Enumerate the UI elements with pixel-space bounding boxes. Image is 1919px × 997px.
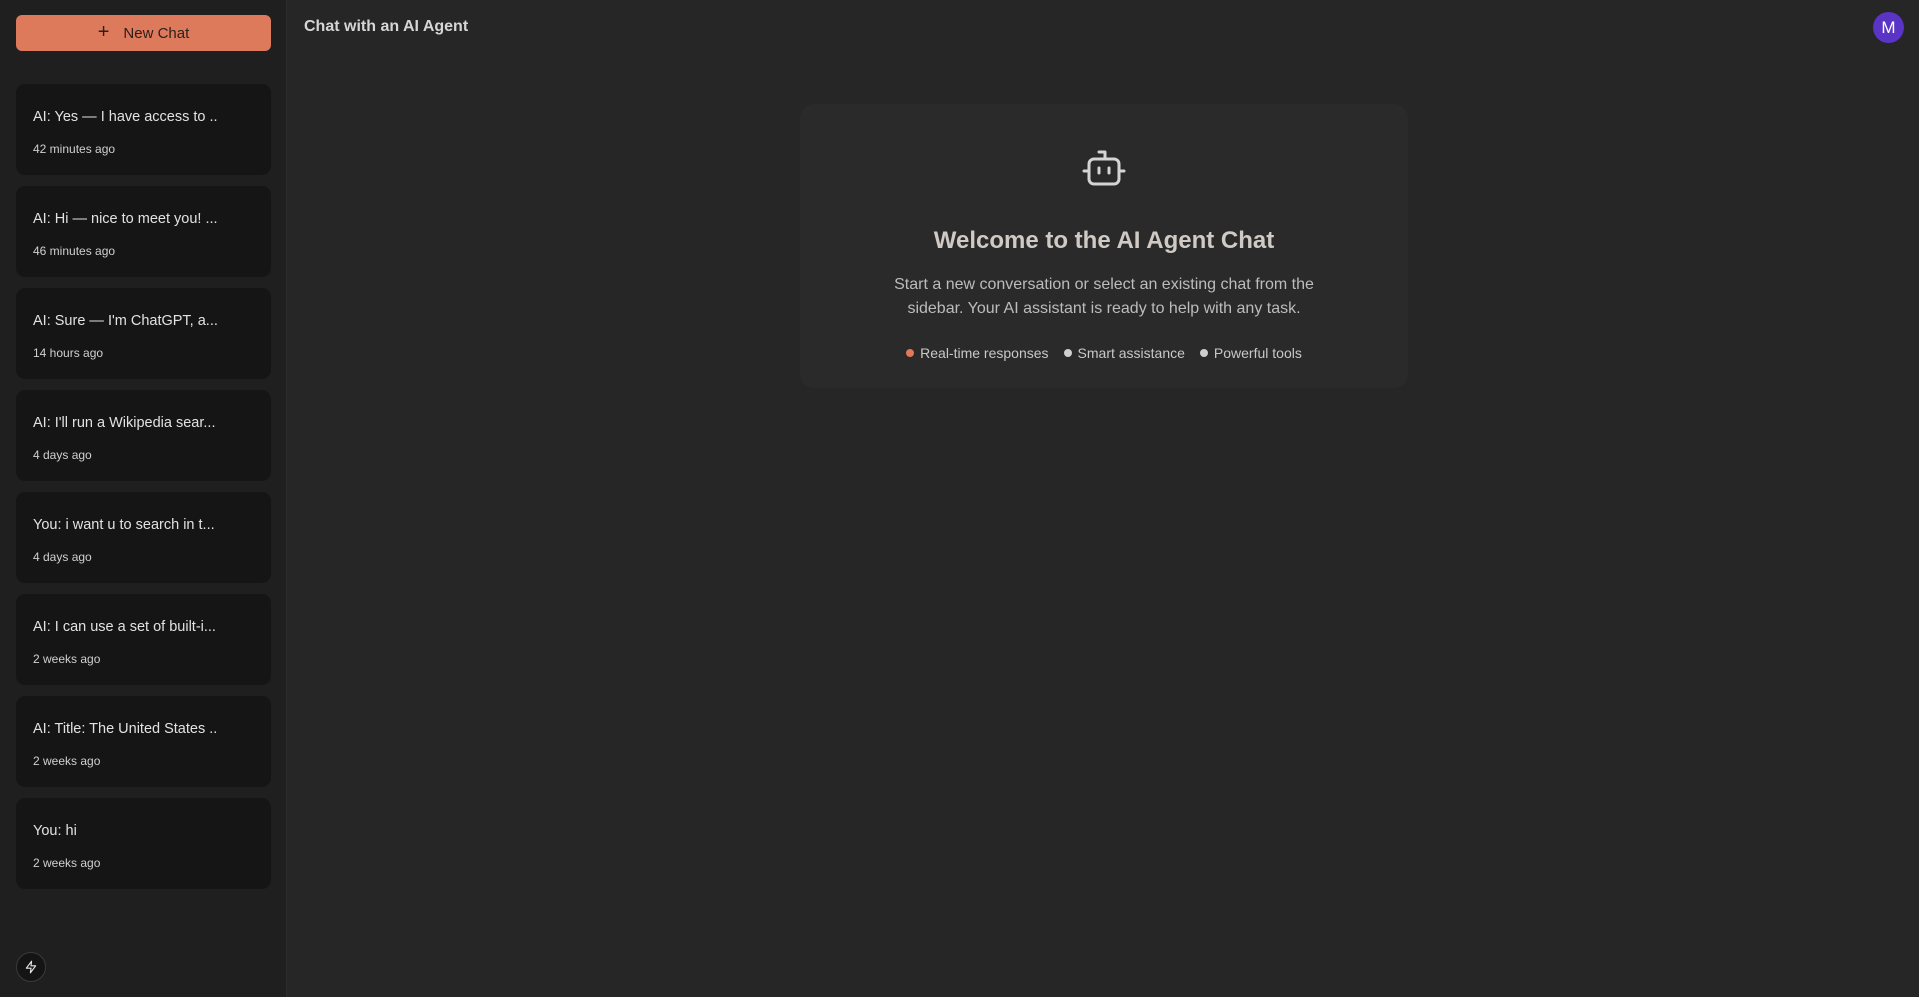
main-area: Chat with an AI Agent M Welcome to the A…	[287, 0, 1919, 997]
chat-item[interactable]: AI: Title: The United States ... 2 weeks…	[16, 696, 271, 787]
plus-icon: +	[97, 21, 110, 43]
feature-label: Real-time responses	[920, 345, 1049, 361]
page-title: Chat with an AI Agent	[304, 18, 469, 35]
new-chat-button[interactable]: + New Chat	[16, 15, 271, 51]
bolt-icon	[25, 960, 37, 974]
chat-title: You: i want u to search in t...	[33, 517, 215, 533]
chat-time: 2 weeks ago	[33, 652, 101, 666]
feature-item: Real-time responses	[906, 345, 1049, 361]
bolt-button[interactable]	[16, 952, 46, 982]
welcome-title: Welcome to the AI Agent Chat	[933, 227, 1275, 254]
app-root: + New Chat AI: Yes — I have access to ..…	[0, 0, 1919, 997]
chat-title: AI: Title: The United States ...	[33, 721, 218, 737]
chat-item[interactable]: You: hi 2 weeks ago	[16, 798, 271, 889]
chat-title: AI: I'll run a Wikipedia sear...	[33, 415, 216, 431]
status-dot	[1199, 349, 1208, 357]
feature-item: Powerful tools	[1199, 345, 1302, 361]
chat-title: AI: I can use a set of built-i...	[33, 619, 216, 635]
status-dot	[1063, 349, 1072, 357]
feature-item: Smart assistance	[1063, 345, 1185, 361]
welcome-card: Welcome to the AI Agent Chat Start a new…	[800, 104, 1408, 388]
chat-time: 2 weeks ago	[33, 856, 101, 870]
chat-item[interactable]: AI: Sure — I'm ChatGPT, a... 14 hours ag…	[16, 288, 271, 379]
sidebar: + New Chat AI: Yes — I have access to ..…	[0, 0, 287, 997]
chat-item[interactable]: You: i want u to search in t... 4 days a…	[16, 492, 271, 583]
chat-title: AI: Yes — I have access to ...	[33, 109, 218, 125]
chat-time: 2 weeks ago	[33, 754, 101, 768]
chat-item[interactable]: AI: Yes — I have access to ... 42 minute…	[16, 84, 271, 175]
chat-time: 14 hours ago	[33, 346, 104, 360]
chat-time: 4 days ago	[33, 550, 92, 564]
status-dot	[906, 349, 915, 357]
chat-title: AI: Sure — I'm ChatGPT, a...	[33, 313, 218, 329]
chat-item[interactable]: AI: I can use a set of built-i... 2 week…	[16, 594, 271, 685]
avatar[interactable]: M	[1873, 12, 1904, 43]
new-chat-label: New Chat	[123, 24, 190, 42]
chat-time: 46 minutes ago	[33, 244, 116, 258]
chat-time: 4 days ago	[33, 448, 92, 462]
feature-label: Powerful tools	[1213, 345, 1302, 361]
chat-time: 42 minutes ago	[33, 142, 116, 156]
feature-label: Smart assistance	[1077, 345, 1185, 361]
chat-list: AI: Yes — I have access to ... 42 minute…	[16, 84, 271, 889]
welcome-description: Start a new conversation or select an ex…	[894, 276, 1314, 317]
chat-item[interactable]: AI: Hi — nice to meet you! ... 46 minute…	[16, 186, 271, 277]
chat-title: AI: Hi — nice to meet you! ...	[33, 211, 218, 227]
chat-item[interactable]: AI: I'll run a Wikipedia sear... 4 days …	[16, 390, 271, 481]
robot-icon	[1082, 150, 1126, 186]
feature-list: Real-time responses Smart assistance Pow…	[800, 345, 1408, 361]
chat-title: You: hi	[33, 823, 77, 839]
